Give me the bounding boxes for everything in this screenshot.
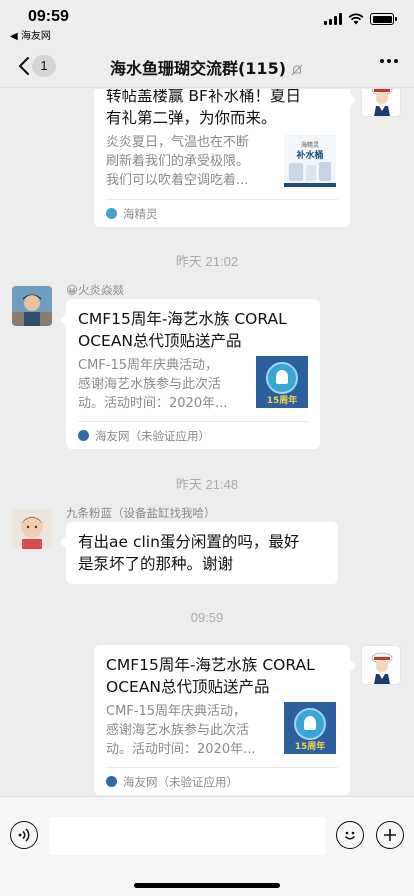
link-card[interactable]: 转帖盖楼赢 BF补水桶！夏日 有礼第二弹，为你而来。 炎炎夏日，气温也在不断 刷…	[94, 89, 350, 227]
sailor-avatar-icon	[371, 652, 393, 684]
sailor-avatar-icon	[371, 89, 393, 116]
card-description: CMF-15周年庆典活动， 感谢海艺水族参与此次活 动。活动时间：2020年..…	[78, 356, 252, 413]
card-title-line: OCEAN总代顶贴送产品	[106, 678, 270, 696]
card-desc-line: 动。活动时间：2020年...	[106, 742, 256, 757]
card-description: 炎炎夏日，气温也在不断 刷新着我们的承受极限。 我们可以吹着空调吃着...	[106, 133, 278, 190]
input-bar	[0, 796, 414, 896]
avatar[interactable]	[361, 645, 401, 685]
card-description: CMF-15周年庆典活动， 感谢海艺水族参与此次活 动。活动时间：2020年..…	[106, 702, 280, 759]
avatar[interactable]	[12, 286, 52, 326]
thumb-text: 15周年	[266, 396, 298, 406]
card-footer: 海精灵	[106, 199, 338, 227]
back-to-app-link[interactable]: ◀ 海友网	[10, 27, 51, 42]
card-desc-line: 炎炎夏日，气温也在不断	[106, 135, 250, 150]
voice-button[interactable]	[10, 821, 38, 849]
voice-icon	[18, 828, 30, 842]
card-footer: 海友网（未验证应用）	[78, 421, 308, 449]
card-title-line: CMF15周年-海艺水族 CORAL	[78, 310, 287, 328]
status-bar: 09:59 ◀ 海友网	[0, 0, 414, 44]
card-title-line: OCEAN总代顶贴送产品	[78, 332, 242, 350]
avatar[interactable]	[361, 89, 401, 117]
wifi-icon	[348, 13, 364, 25]
avatar[interactable]	[12, 509, 52, 549]
chat-area[interactable]: 转帖盖楼赢 BF补水桶！夏日 有礼第二弹，为你而来。 炎炎夏日，气温也在不断 刷…	[0, 89, 414, 796]
chat-title: 海水鱼珊瑚交流群(115)	[0, 55, 414, 79]
card-thumbnail: 15周年	[284, 702, 336, 754]
emoji-icon	[344, 831, 356, 840]
app-icon	[106, 776, 117, 787]
toddler-avatar-icon	[12, 509, 52, 549]
card-desc-line: CMF-15周年庆典活动，	[78, 358, 219, 373]
thumb-text: 补水桶	[296, 151, 324, 161]
nav-bar: 1 海水鱼珊瑚交流群(115)	[0, 44, 414, 88]
card-source: 海友网（未验证应用）	[123, 774, 238, 789]
battery-icon	[370, 13, 397, 25]
status-time: 09:59	[28, 8, 69, 25]
more-dot-icon	[387, 59, 391, 63]
emoji-button[interactable]	[336, 821, 364, 849]
text-message-bubble[interactable]: 有出ae clin蛋分闲置的吗，最好 是泵坏了的那种。谢谢	[66, 522, 338, 584]
thumb-text: 15周年	[294, 742, 326, 752]
more-options-button[interactable]	[380, 59, 398, 63]
card-title-line: 转帖盖楼赢 BF补水桶！夏日	[106, 89, 301, 105]
plus-icon	[384, 829, 396, 841]
home-indicator[interactable]	[134, 883, 280, 888]
app-icon	[106, 208, 117, 219]
message-text-line: 是泵坏了的那种。谢谢	[78, 555, 234, 573]
sender-name: 😀火炎焱燚	[66, 283, 124, 297]
card-desc-line: 刷新着我们的承受极限。	[106, 154, 250, 169]
card-desc-line: 感谢海艺水族参与此次活	[106, 723, 250, 738]
bubble-tail	[350, 660, 356, 672]
card-desc-line: 感谢海艺水族参与此次活	[78, 377, 222, 392]
link-card[interactable]: CMF15周年-海艺水族 CORAL OCEAN总代顶贴送产品 CMF-15周年…	[66, 299, 320, 449]
card-desc-line: 动。活动时间：2020年...	[78, 396, 228, 411]
time-separator: 昨天 21:48	[175, 477, 239, 492]
card-title: CMF15周年-海艺水族 CORAL OCEAN总代顶贴送产品	[78, 308, 312, 352]
card-title-line: 有礼第二弹，为你而来。	[106, 109, 277, 127]
chat-title-text: 海水鱼珊瑚交流群(115)	[109, 59, 287, 78]
card-thumbnail: 15周年	[256, 356, 308, 408]
time-separator: 昨天 21:02	[175, 254, 239, 269]
signal-icon	[324, 13, 342, 25]
status-icons	[324, 13, 397, 25]
message-text-line: 有出ae clin蛋分闲置的吗，最好	[78, 533, 300, 551]
time-separator: 09:59	[190, 610, 224, 625]
more-dot-icon	[380, 59, 384, 63]
card-title: CMF15周年-海艺水族 CORAL OCEAN总代顶贴送产品	[106, 654, 342, 698]
card-source: 海精灵	[123, 206, 158, 221]
sender-name: 九条粉蓝（设备盐缸找我哈）	[66, 506, 216, 520]
link-card[interactable]: CMF15周年-海艺水族 CORAL OCEAN总代顶贴送产品 CMF-15周年…	[94, 645, 350, 795]
message-input[interactable]	[49, 817, 325, 855]
card-desc-line: CMF-15周年庆典活动，	[106, 704, 247, 719]
card-title: 转帖盖楼赢 BF补水桶！夏日 有礼第二弹，为你而来。	[106, 89, 342, 129]
card-thumbnail: 海精灵 补水桶	[284, 135, 336, 187]
child-avatar-icon	[12, 286, 52, 326]
card-desc-line: 我们可以吹着空调吃着...	[106, 173, 249, 188]
more-functions-button[interactable]	[376, 821, 404, 849]
more-dot-icon	[394, 59, 398, 63]
card-title-line: CMF15周年-海艺水族 CORAL	[106, 656, 315, 674]
card-footer: 海友网（未验证应用）	[106, 767, 338, 795]
mute-bell-icon	[291, 64, 303, 75]
bubble-tail	[350, 94, 356, 106]
card-source: 海友网（未验证应用）	[95, 428, 210, 443]
app-icon	[78, 430, 89, 441]
